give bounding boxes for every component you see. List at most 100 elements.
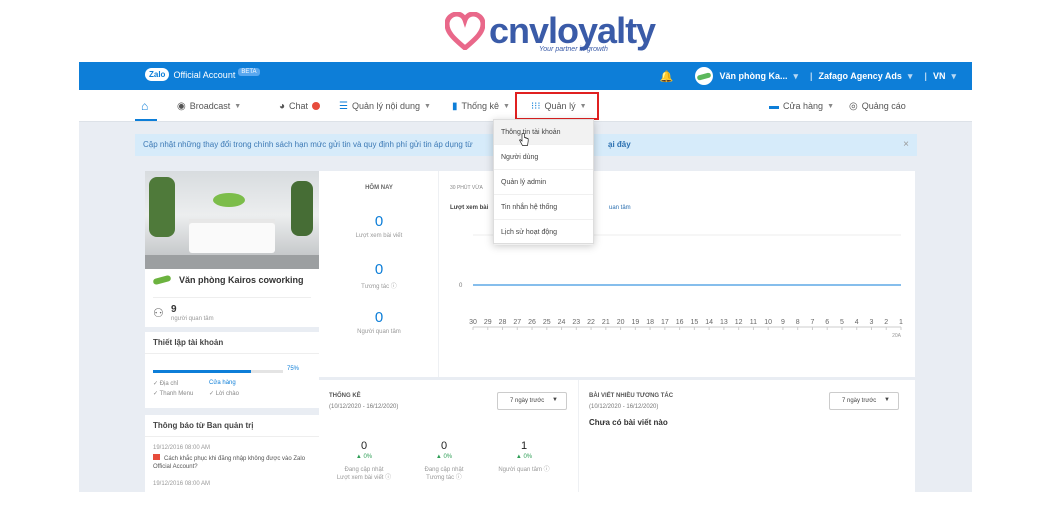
brand-name: cnvloyalty bbox=[489, 10, 656, 51]
card-icon: ▬ bbox=[769, 100, 779, 112]
zalo-badge: Zalo bbox=[145, 68, 170, 81]
empty-posts-message: Chưa có bài viết nào bbox=[589, 418, 668, 427]
alert-icon bbox=[153, 454, 160, 460]
realtime-stats-card: HÔM NAY 0 Lượt xem bài viết 0 Tương tác … bbox=[319, 171, 915, 377]
nav-chat[interactable]: ◕ Chat bbox=[279, 90, 321, 122]
x-unit-label: 20A bbox=[892, 333, 902, 339]
setup-progress-bar bbox=[153, 370, 283, 373]
nav-content[interactable]: ☰ Quản lý nội dung ▼ bbox=[339, 90, 431, 122]
weekly-period-select[interactable]: 7 ngày trước ▼ bbox=[497, 392, 567, 410]
chevron-down-icon[interactable]: ▾ bbox=[908, 71, 913, 82]
today-followers-label: Người quan tâm bbox=[357, 329, 401, 335]
megaphone-icon: ◉ bbox=[177, 100, 186, 112]
weekly-stats-card: THỐNG KÊ (10/12/2020 - 16/12/2020) 7 ngà… bbox=[319, 380, 578, 492]
chart-heading: 30 PHÚT VỪA bbox=[450, 185, 483, 191]
top-posts-card: BÀI VIẾT NHIỀU TƯƠNG TÁC (10/12/2020 - 1… bbox=[578, 380, 915, 492]
chevron-down-icon[interactable]: ▾ bbox=[793, 71, 798, 82]
x-tick-label: 9 bbox=[781, 319, 785, 326]
setup-item-menu[interactable]: ✓ Thanh Menu bbox=[153, 390, 193, 397]
x-tick-label: 30 bbox=[469, 319, 477, 326]
chat-icon: ◕ bbox=[279, 100, 286, 112]
top-bar: Zalo Official Account BETA 🔔 Văn phòng K… bbox=[79, 62, 972, 90]
admin-notifications-card: Thông báo từ Ban quản trị 19/12/2016 08:… bbox=[145, 415, 319, 492]
notice-text: Cập nhật những thay đổi trong chính sách… bbox=[143, 140, 473, 149]
chevron-down-icon: ▼ bbox=[234, 102, 242, 110]
x-tick-label: 8 bbox=[796, 319, 800, 326]
followers-summary: ⚇ 9 người quan tâm bbox=[153, 297, 311, 323]
zalo-logo[interactable]: Zalo Official Account BETA bbox=[145, 67, 260, 81]
x-tick-label: 16 bbox=[676, 319, 684, 326]
nav-stats-label: Thống kê bbox=[461, 101, 500, 111]
caret-down-icon: ▼ bbox=[884, 397, 890, 403]
nav-broadcast[interactable]: ◉ Broadcast ▼ bbox=[177, 90, 241, 122]
target-icon: ◎ bbox=[849, 100, 858, 112]
nav-store[interactable]: ▬ Cửa hàng ▼ bbox=[769, 90, 834, 122]
menu-item-admins[interactable]: Quản lý admin bbox=[494, 170, 593, 195]
setup-item-address[interactable]: ✓ Địa chỉ bbox=[153, 380, 178, 387]
x-tick-label: 5 bbox=[840, 319, 844, 326]
x-tick-label: 20 bbox=[617, 319, 625, 326]
menu-item-account-info[interactable]: Thông tin tài khoản bbox=[494, 120, 593, 145]
x-tick-label: 13 bbox=[720, 319, 728, 326]
manage-dropdown-menu: Thông tin tài khoản Người dùng Quản lý a… bbox=[493, 119, 594, 245]
x-tick-label: 26 bbox=[528, 319, 536, 326]
followers-count: 9 bbox=[171, 304, 177, 315]
close-icon[interactable]: × bbox=[903, 139, 909, 150]
brand-header: cnvloyalty Your partner in growth bbox=[0, 0, 1052, 62]
list-icon: ☰ bbox=[339, 100, 348, 112]
chevron-down-icon[interactable]: ▾ bbox=[951, 71, 956, 82]
chevron-down-icon: ▼ bbox=[424, 102, 431, 110]
x-tick-label: 25 bbox=[543, 319, 551, 326]
x-tick-label: 14 bbox=[705, 319, 713, 326]
x-tick-label: 15 bbox=[690, 319, 698, 326]
chevron-down-icon: ▼ bbox=[579, 102, 587, 110]
setup-item-greeting[interactable]: ✓ Lời chào bbox=[209, 390, 239, 397]
chart-tab-followers[interactable]: uan tâm bbox=[609, 205, 631, 211]
bell-icon[interactable]: 🔔 bbox=[660, 70, 674, 83]
profile-name: Văn phòng Kairos coworking bbox=[179, 275, 304, 285]
today-followers: 0 bbox=[374, 309, 384, 326]
menu-item-activity-log[interactable]: Lịch sử hoạt động bbox=[494, 220, 593, 245]
today-views: 0 bbox=[374, 213, 384, 230]
language-switcher[interactable]: VN bbox=[933, 71, 946, 81]
x-tick-label: 27 bbox=[513, 319, 521, 326]
menu-item-users[interactable]: Người dùng bbox=[494, 145, 593, 170]
avatar[interactable] bbox=[695, 67, 714, 85]
top-bar-right: 🔔 Văn phòng Ka... ▾ | Zafago Agency Ads … bbox=[660, 67, 962, 85]
nav-broadcast-label: Broadcast bbox=[189, 101, 231, 111]
posts-title: BÀI VIẾT NHIỀU TƯƠNG TÁC bbox=[589, 393, 674, 399]
y-tick-label: 0 bbox=[459, 283, 463, 289]
agency-switcher[interactable]: Zafago Agency Ads bbox=[819, 71, 902, 81]
notice-link[interactable]: ại đây bbox=[608, 140, 631, 149]
today-heading: HÔM NAY bbox=[365, 185, 393, 191]
nav-manage[interactable]: ⁝⁝⁝ Quản lý ▼ bbox=[531, 90, 587, 122]
setup-item-store[interactable]: Cửa hàng bbox=[209, 380, 236, 386]
chart-tab-views[interactable]: Lượt xem bài bbox=[450, 205, 488, 211]
account-switcher[interactable]: Văn phòng Ka... bbox=[719, 71, 787, 81]
x-tick-label: 17 bbox=[661, 319, 669, 326]
caret-down-icon: ▼ bbox=[552, 397, 558, 403]
leaf-logo-icon bbox=[152, 274, 172, 286]
hand-cursor-icon bbox=[519, 133, 529, 146]
nav-stats[interactable]: ▮ Thống kê ▼ bbox=[452, 90, 510, 122]
active-tab-indicator bbox=[135, 119, 157, 121]
x-tick-label: 1 bbox=[899, 319, 903, 326]
x-tick-label: 19 bbox=[631, 319, 639, 326]
x-tick-label: 11 bbox=[750, 319, 757, 326]
user-icon: ⚇ bbox=[153, 306, 164, 320]
x-tick-label: 23 bbox=[572, 319, 580, 326]
x-tick-label: 28 bbox=[499, 319, 507, 326]
x-tick-label: 22 bbox=[587, 319, 595, 326]
divider: | bbox=[924, 71, 927, 81]
home-icon[interactable]: ⌂ bbox=[141, 99, 148, 113]
nav-ads[interactable]: ◎ Quảng cáo bbox=[849, 90, 906, 122]
menu-item-system-messages[interactable]: Tin nhắn hệ thống bbox=[494, 195, 593, 220]
notif-message[interactable]: Cách khắc phục khi đăng nhập không được … bbox=[153, 454, 313, 471]
chat-unread-badge bbox=[312, 102, 321, 110]
x-tick-label: 4 bbox=[855, 319, 859, 326]
posts-period-select[interactable]: 7 ngày trước ▼ bbox=[829, 392, 899, 410]
divider: | bbox=[810, 71, 813, 81]
cover-photo bbox=[145, 171, 319, 269]
x-tick-label: 18 bbox=[646, 319, 654, 326]
profile-name-row[interactable]: Văn phòng Kairos coworking bbox=[152, 274, 304, 286]
